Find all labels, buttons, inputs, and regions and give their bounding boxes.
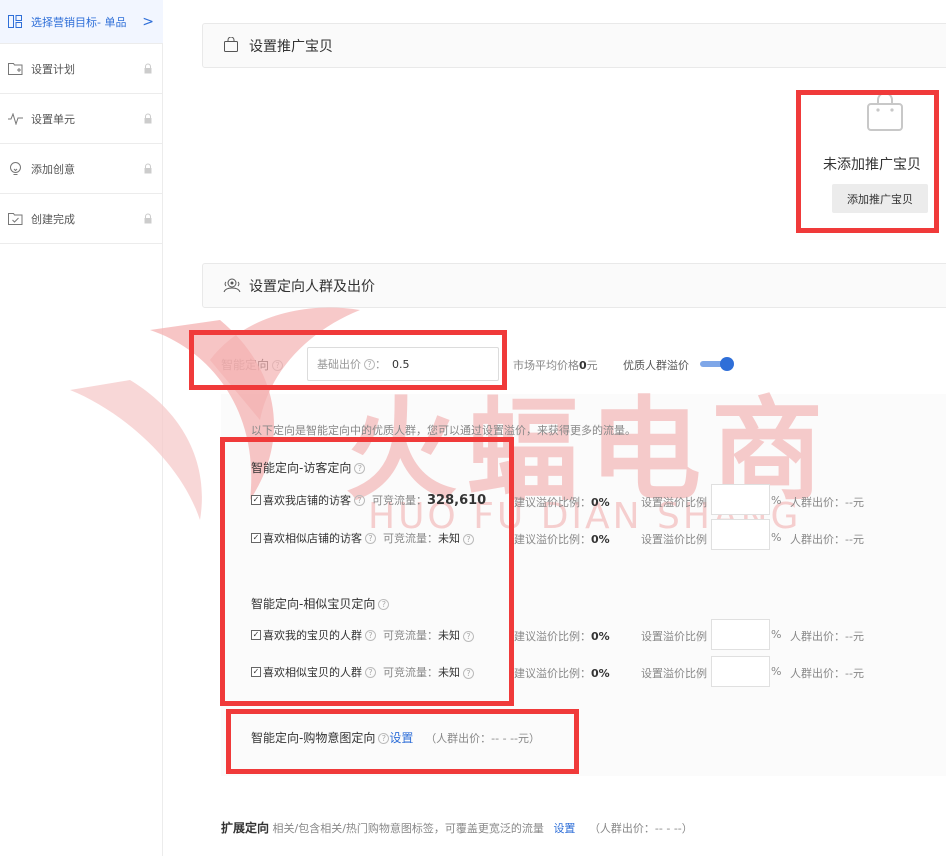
set-premium-label: 设置溢价比例	[641, 630, 707, 643]
crowd-section-header: 设置定向人群及出价	[202, 263, 946, 308]
step-select-goal[interactable]: 选择营销目标- 单品 >	[0, 0, 163, 44]
grid-icon	[7, 15, 23, 29]
expand-settings-link[interactable]: 设置	[553, 822, 575, 835]
step-label: 设置单元	[31, 112, 75, 126]
avg-value: 0	[579, 359, 587, 372]
percent-sign: %	[771, 494, 782, 507]
crowd-bid: 人群出价：--元	[790, 496, 864, 509]
premium-ratio-input[interactable]	[711, 519, 770, 550]
percent-sign: %	[771, 665, 782, 678]
percent-sign: %	[771, 531, 782, 544]
promo-section-header: 设置推广宝贝	[202, 23, 946, 68]
lock-icon	[144, 163, 152, 174]
suggest-label: 建议溢价比例：	[514, 630, 591, 643]
pulse-icon	[7, 112, 23, 126]
crowd-bid: 人群出价：--元	[790, 667, 864, 680]
shopping-bag-icon	[223, 36, 241, 55]
campaign-setup-page: 选择营销目标- 单品 > 设置计划 设置单元 添加创意 创建完成 设置推广宝贝 …	[0, 0, 946, 856]
lock-icon	[144, 113, 152, 124]
done-icon	[7, 212, 23, 226]
highlight-box	[226, 709, 579, 774]
set-premium-label: 设置溢价比例	[641, 533, 707, 546]
highlight-box	[189, 330, 507, 390]
toggle-knob	[720, 357, 734, 371]
highlight-box	[220, 437, 514, 706]
premium-ratio-input[interactable]	[711, 656, 770, 687]
suggest-label: 建议溢价比例：	[514, 533, 591, 546]
premium-label: 优质人群溢价	[623, 359, 689, 372]
premium-ratio-input[interactable]	[711, 484, 770, 515]
market-average-price: 市场平均价格0元	[513, 357, 598, 373]
suggest-value: 0%	[591, 533, 610, 546]
lock-icon	[144, 213, 152, 224]
step-label: 添加创意	[31, 162, 75, 176]
crowd-bid: 人群出价：--元	[790, 630, 864, 643]
step-set-plan[interactable]: 设置计划	[0, 44, 163, 94]
step-label: 选择营销目标- 单品	[31, 15, 127, 29]
suggest-value: 0%	[591, 630, 610, 643]
suggest-premium: 建议溢价比例：0%	[514, 531, 610, 547]
suggest-value: 0%	[591, 667, 610, 680]
step-label: 创建完成	[31, 212, 75, 226]
section-title: 设置定向人群及出价	[249, 278, 375, 295]
highlight-box	[796, 90, 939, 233]
step-label: 设置计划	[31, 62, 75, 76]
suggest-label: 建议溢价比例：	[514, 667, 591, 680]
suggest-premium: 建议溢价比例：0%	[514, 628, 610, 644]
set-premium-label: 设置溢价比例	[641, 667, 707, 680]
step-add-creative[interactable]: 添加创意	[0, 144, 163, 194]
plan-icon	[7, 62, 23, 76]
crowd-icon	[223, 277, 241, 295]
step-done[interactable]: 创建完成	[0, 194, 163, 244]
avg-prefix: 市场平均价格	[513, 359, 579, 372]
bulb-icon	[7, 161, 23, 176]
steps-sidebar: 选择营销目标- 单品 > 设置计划 设置单元 添加创意 创建完成	[0, 0, 163, 856]
expand-label: 扩展定向	[221, 821, 270, 835]
premium-hint-text: 以下定向是智能定向中的优质人群，您可以通过设置溢价，来获得更多的流量。	[251, 424, 636, 437]
expand-bid: （人群出价：-- - --）	[588, 822, 693, 835]
expand-targeting-row: 扩展定向 相关/包含相关/热门购物意图标签，可覆盖更宽泛的流量 设置 （人群出价…	[221, 819, 693, 836]
crowd-bid: 人群出价：--元	[790, 533, 864, 546]
suggest-label: 建议溢价比例：	[514, 496, 591, 509]
premium-toggle[interactable]	[700, 357, 734, 371]
suggest-premium: 建议溢价比例：0%	[514, 494, 610, 510]
step-set-unit[interactable]: 设置单元	[0, 94, 163, 144]
chevron-right-icon: >	[142, 13, 154, 30]
section-title: 设置推广宝贝	[249, 38, 333, 55]
set-premium-label: 设置溢价比例	[641, 496, 707, 509]
suggest-premium: 建议溢价比例：0%	[514, 665, 610, 681]
avg-unit: 元	[586, 359, 598, 372]
lock-icon	[144, 63, 152, 74]
suggest-value: 0%	[591, 496, 610, 509]
percent-sign: %	[771, 628, 782, 641]
expand-desc: 相关/包含相关/热门购物意图标签，可覆盖更宽泛的流量	[272, 822, 544, 835]
premium-ratio-input[interactable]	[711, 619, 770, 650]
